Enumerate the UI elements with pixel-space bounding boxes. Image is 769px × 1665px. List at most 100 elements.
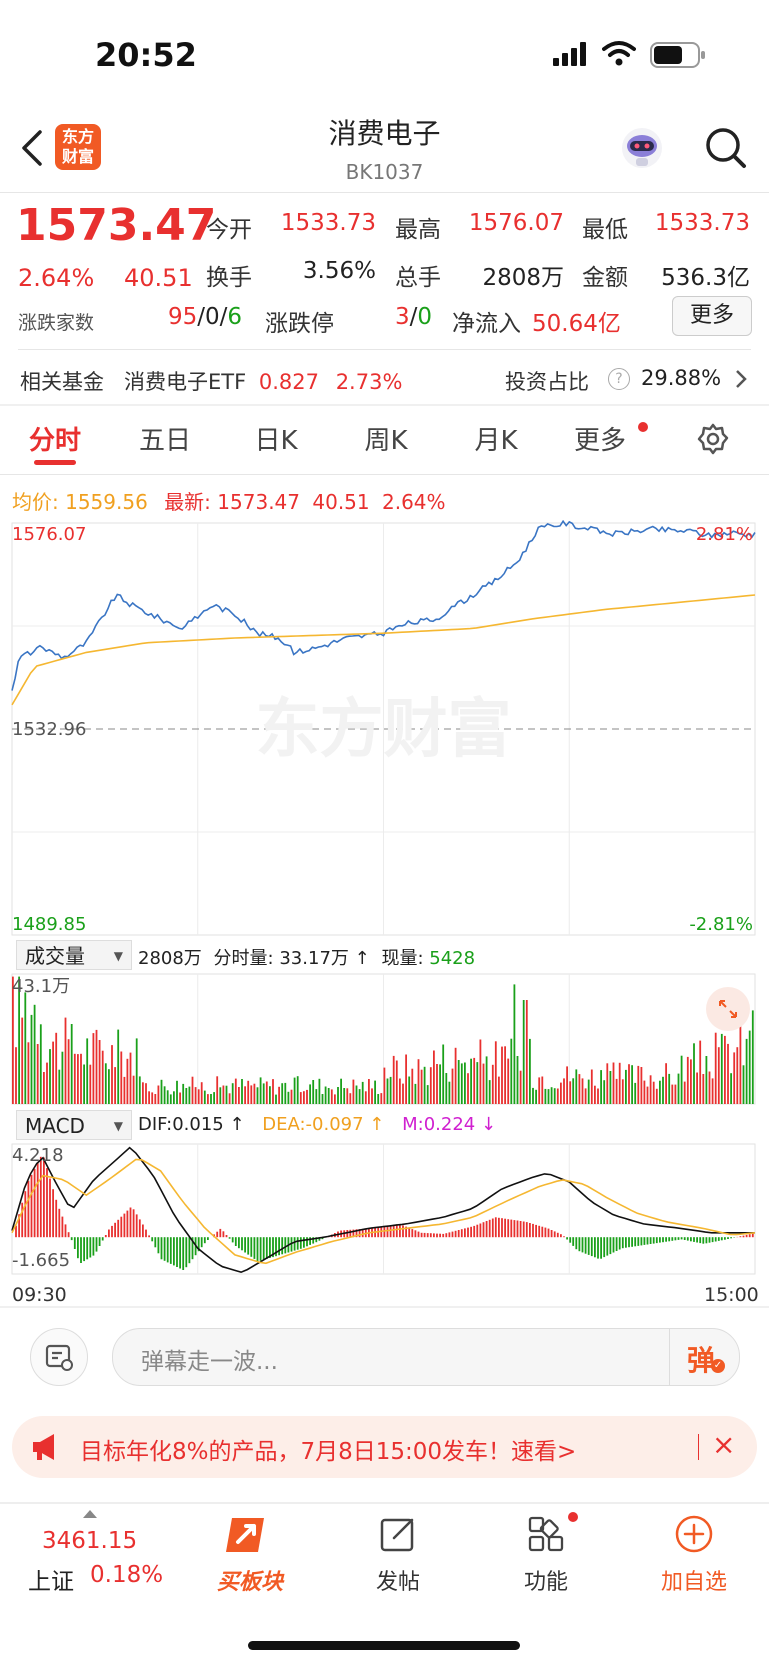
barrage-send-button[interactable]: 弹 (687, 1339, 715, 1379)
gear-icon[interactable] (696, 422, 730, 456)
volume-bar (358, 1089, 361, 1104)
volume-bar (95, 1029, 98, 1104)
intraday-price-chart[interactable]: 东方财富 1576.07 1532.96 1489.85 2.81% -2.81% (0, 520, 769, 938)
macd-bar (120, 1216, 123, 1238)
macd-selector[interactable]: MACD ▼ (16, 1110, 132, 1140)
macd-bar (609, 1237, 612, 1255)
volume-selector[interactable]: 成交量 ▼ (16, 940, 132, 970)
tab-five-day[interactable]: 五日 (133, 420, 197, 457)
volume-bar (717, 1047, 720, 1104)
help-icon[interactable]: ? (608, 368, 630, 390)
macd-bar (686, 1237, 689, 1241)
tab-more[interactable]: 更多 (568, 420, 632, 457)
fund-change: 2.73% (335, 370, 403, 394)
macd-bar (665, 1237, 667, 1242)
macd-bar (470, 1226, 472, 1238)
nav-functions[interactable]: 功能 (496, 1510, 596, 1600)
volume-bar (563, 1078, 565, 1104)
high-value: 1576.07 (468, 210, 564, 236)
macd-bar (563, 1236, 565, 1238)
nav-add-watchlist[interactable]: 加自选 (644, 1510, 744, 1600)
breadth-values: 95/0/6 (168, 304, 242, 330)
macd-bar (395, 1224, 398, 1238)
macd-top-label: 4.218 (12, 1145, 64, 1166)
volume-bar (52, 1041, 54, 1104)
volume-bar (213, 1092, 215, 1104)
pct-top-label: 2.81% (696, 524, 753, 545)
volume-bar (448, 1081, 451, 1104)
tab-weekly-k[interactable]: 周K (356, 420, 416, 457)
volume-bar (640, 1067, 643, 1104)
macd-bar (408, 1227, 411, 1238)
ratio-label: 投资占比 (505, 370, 589, 394)
macd-bar (494, 1217, 497, 1238)
macd-bar (216, 1231, 219, 1238)
volume-bar (696, 1072, 698, 1104)
volume-bar (612, 1062, 615, 1104)
chevron-right-icon[interactable] (734, 368, 748, 390)
macd-bar (550, 1230, 553, 1238)
volume-bar (541, 1076, 544, 1104)
volume-bar (708, 1071, 711, 1104)
volume-bar (383, 1067, 386, 1104)
macd-bar (454, 1230, 457, 1238)
macd-bar (655, 1237, 658, 1244)
home-indicator (248, 1641, 520, 1650)
volume-bar (720, 1033, 723, 1104)
macd-bar (628, 1237, 630, 1248)
index-ticker[interactable]: 3461.15 上证 0.18% (20, 1506, 170, 1596)
volume-bar (538, 1077, 541, 1104)
macd-bar (138, 1219, 141, 1238)
volume-bar (30, 1014, 33, 1104)
volume-bar (501, 1046, 503, 1104)
tab-daily-k[interactable]: 日K (246, 420, 306, 457)
search-icon[interactable] (704, 126, 748, 170)
barrage-input[interactable]: 弹幕走一波... 弹 ✓ (112, 1328, 740, 1386)
macd-bar (417, 1231, 420, 1238)
macd-bar (58, 1208, 61, 1238)
macd-bar (590, 1237, 593, 1257)
macd-bar (544, 1227, 547, 1238)
volume-bar (714, 1032, 717, 1104)
breadth-label: 涨跌家数 (18, 312, 95, 334)
tab-monthly-k[interactable]: 月K (466, 420, 526, 457)
high-label: 最高 (395, 217, 441, 243)
fund-row[interactable]: 消费电子ETF 0.827 2.73% (124, 366, 402, 396)
nav-post[interactable]: 发帖 (348, 1510, 448, 1600)
robot-assistant-icon[interactable] (618, 124, 666, 172)
pct-bottom-label: -2.81% (689, 914, 753, 935)
turnover-label: 换手 (206, 265, 252, 291)
macd-bar (649, 1237, 652, 1244)
volume-selector-label: 成交量 (25, 944, 85, 968)
volume-bar (228, 1093, 231, 1104)
more-button[interactable]: 更多 (672, 296, 752, 336)
volume-chart[interactable]: 43.1万 (0, 972, 769, 1108)
macd-bar (677, 1237, 680, 1240)
volume-bar (290, 1089, 293, 1104)
barrage-settings-button[interactable] (30, 1328, 88, 1386)
macd-bar (560, 1234, 562, 1238)
volume-bar (15, 1047, 17, 1104)
volume-bar (207, 1094, 209, 1104)
volume-bar (111, 1045, 113, 1104)
nav-buy-sector[interactable]: 买板块 (200, 1510, 300, 1600)
promo-divider (698, 1434, 699, 1460)
volume-bar (488, 1080, 491, 1104)
promo-banner[interactable]: 目标年化8%的产品，7月8日15:00发车！速看> × (12, 1416, 757, 1478)
volume-bar (216, 1076, 219, 1104)
macd-chart[interactable]: 4.218 -1.665 (0, 1142, 769, 1278)
macd-bar (717, 1237, 720, 1241)
signal-icon (553, 42, 589, 66)
volume-bar (169, 1094, 172, 1104)
volume-bar (101, 1050, 104, 1104)
tab-intraday[interactable]: 分时 (25, 420, 85, 457)
volume-bar (197, 1089, 200, 1104)
macd-bar (43, 1157, 45, 1238)
volume-bar (442, 1044, 445, 1104)
close-icon[interactable]: × (712, 1428, 735, 1461)
volume-bar (615, 1078, 618, 1104)
amount-label: 金额 (582, 265, 628, 291)
volume-bar (674, 1084, 677, 1104)
volume-bar (355, 1085, 358, 1104)
volume-bar (702, 1074, 705, 1104)
